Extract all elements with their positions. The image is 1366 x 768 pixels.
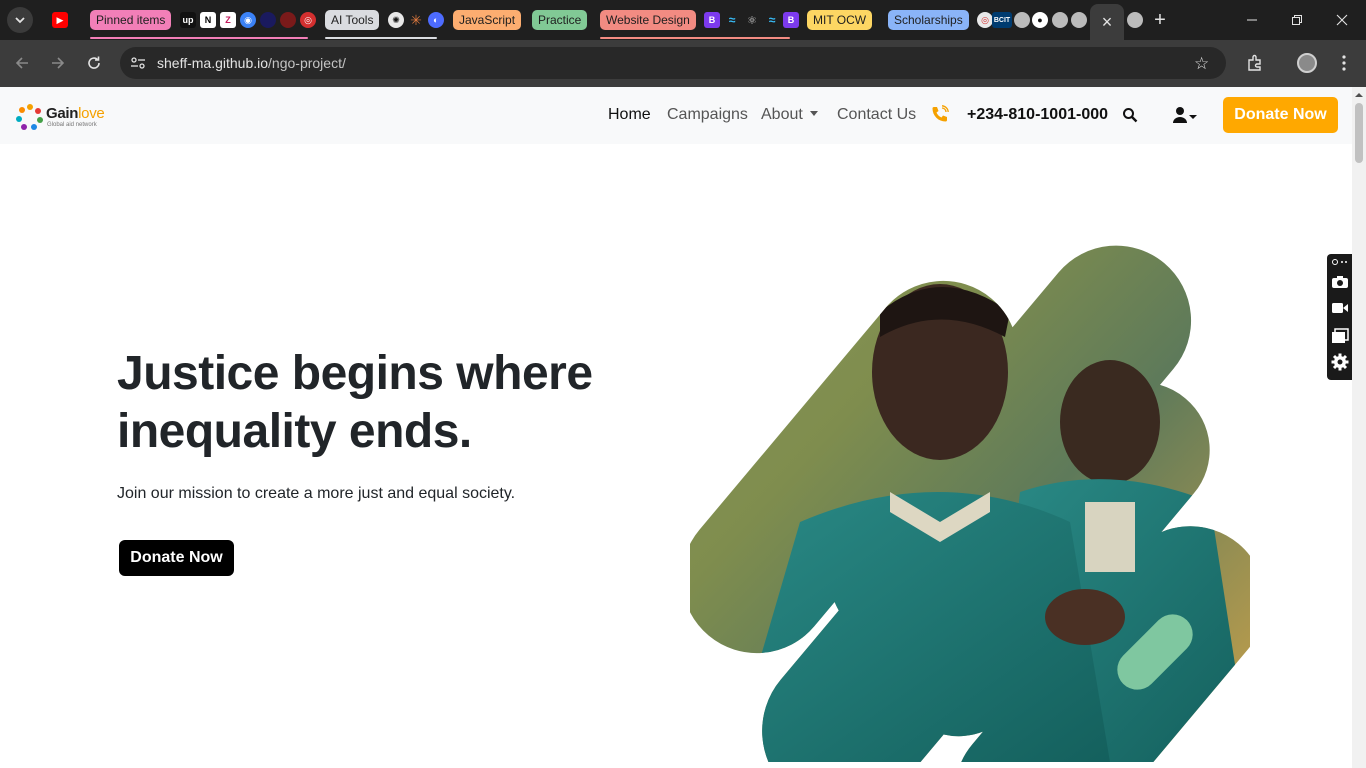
logo-icon	[16, 104, 43, 130]
pinned-site-icon[interactable]: Z	[220, 12, 236, 28]
pinned-site-icon[interactable]: ◎	[300, 12, 316, 28]
github-icon[interactable]: ●	[1032, 12, 1048, 28]
site-logo[interactable]: Gainlove Global aid network	[16, 103, 105, 136]
active-tab[interactable]: ×	[1090, 4, 1124, 40]
minimize-icon[interactable]	[1240, 8, 1264, 32]
donate-now-hero-button[interactable]: Donate Now	[119, 540, 234, 576]
donate-now-nav-button[interactable]: Donate Now	[1223, 97, 1338, 133]
upwork-icon[interactable]: up	[180, 12, 196, 28]
close-tab-icon[interactable]: ×	[1102, 12, 1113, 33]
tab-group-underline	[90, 37, 308, 39]
globe-icon[interactable]	[1071, 12, 1087, 28]
pinned-site-icon[interactable]	[260, 12, 276, 28]
tab-group-scholarships[interactable]: Scholarships	[888, 10, 969, 30]
tab-group-mit-ocw[interactable]: MIT OCW	[807, 10, 873, 30]
nav-campaigns[interactable]: Campaigns	[667, 106, 748, 124]
tab-group-underline	[325, 37, 437, 39]
search-icon[interactable]	[1122, 107, 1138, 128]
tab-group-practice[interactable]: Practice	[532, 10, 588, 30]
tab-strip: ▶ Pinned items up N Z ◉ ◎ AI Tools ✺ ✳ ◐…	[0, 0, 1366, 40]
bootstrap-icon[interactable]: B	[783, 12, 799, 28]
pinned-site-icon[interactable]	[280, 12, 296, 28]
bookmark-star-icon[interactable]: ☆	[1194, 54, 1209, 74]
logo-wordmark: Gainlove	[46, 105, 105, 122]
address-bar[interactable]: sheff-ma.github.io/ngo-project/ ☆	[120, 47, 1226, 79]
hero-subtitle: Join our mission to create a more just a…	[117, 485, 516, 502]
phone-icon	[931, 105, 949, 128]
capture-extension-toolbar	[1327, 254, 1352, 380]
logo-tagline: Global aid network	[47, 122, 97, 128]
reload-icon[interactable]	[82, 51, 106, 75]
extensions-icon[interactable]	[1243, 51, 1267, 75]
page-viewport: Gainlove Global aid network Home Campaig…	[0, 87, 1352, 768]
tab-group-underline	[600, 37, 790, 39]
url-text[interactable]: sheff-ma.github.io/ngo-project/	[157, 55, 346, 71]
browser-toolbar: sheff-ma.github.io/ngo-project/ ☆	[0, 40, 1366, 87]
nav-contact[interactable]: Contact Us	[837, 106, 916, 124]
bootstrap-icon[interactable]: B	[704, 12, 720, 28]
site-settings-icon[interactable]	[130, 56, 146, 75]
url-path: /ngo-project/	[268, 55, 346, 71]
user-menu-icon[interactable]	[1172, 106, 1198, 129]
scroll-up-icon[interactable]	[1352, 89, 1366, 101]
react-icon[interactable]: ⚛	[744, 12, 760, 28]
claude-icon[interactable]: ✳	[408, 12, 424, 28]
tailwind-icon[interactable]: ≈	[724, 12, 740, 28]
nav-home[interactable]: Home	[608, 106, 651, 124]
new-tab-button[interactable]: +	[1152, 9, 1168, 31]
settings-gear-icon[interactable]	[1330, 352, 1350, 372]
tab-group-pinned[interactable]: Pinned items	[90, 10, 172, 30]
youtube-icon[interactable]: ▶	[52, 12, 68, 28]
tab-group-website-design[interactable]: Website Design	[600, 10, 696, 30]
forward-icon[interactable]	[46, 51, 70, 75]
caret-down-icon	[809, 111, 818, 116]
url-host: sheff-ma.github.io	[157, 55, 269, 71]
tab-group-javascript[interactable]: JavaScript	[453, 10, 522, 30]
page-scrollbar[interactable]	[1352, 87, 1366, 768]
close-window-icon[interactable]	[1330, 8, 1354, 32]
menu-kebab-icon[interactable]	[1332, 51, 1356, 75]
nav-about-dropdown[interactable]: About	[761, 106, 818, 124]
globe-icon[interactable]	[1127, 12, 1143, 28]
site-navbar: Gainlove Global aid network Home Campaig…	[0, 87, 1352, 144]
phone-number[interactable]: +234-810-1001-000	[967, 106, 1108, 124]
logo-main: Gain	[46, 105, 79, 122]
notion-icon[interactable]: N	[200, 12, 216, 28]
tab-search-button[interactable]	[7, 7, 33, 33]
camera-icon[interactable]	[1330, 272, 1350, 292]
pin-icon[interactable]	[1330, 256, 1350, 268]
windows-capture-icon[interactable]	[1330, 326, 1350, 346]
hero-title: Justice begins where inequality ends.	[117, 347, 593, 458]
bcit-icon[interactable]: BCIT	[992, 12, 1012, 28]
tailwind-icon[interactable]: ≈	[764, 12, 780, 28]
hero-image	[690, 214, 1250, 762]
restore-icon[interactable]	[1285, 8, 1309, 32]
globe-icon[interactable]	[1014, 12, 1030, 28]
chevron-down-icon	[15, 17, 25, 24]
tab-group-ai-tools[interactable]: AI Tools	[325, 10, 380, 30]
deepseek-icon[interactable]: ◐	[428, 12, 444, 28]
scroll-thumb[interactable]	[1355, 103, 1363, 163]
profile-avatar[interactable]	[1295, 51, 1319, 75]
chatgpt-icon[interactable]: ✺	[388, 12, 404, 28]
video-camera-icon[interactable]	[1330, 298, 1350, 318]
back-icon[interactable]	[10, 51, 34, 75]
site-icon[interactable]: ◎	[977, 12, 993, 28]
nav-about-label: About	[761, 106, 803, 123]
globe-icon[interactable]	[1052, 12, 1068, 28]
pinned-site-icon[interactable]: ◉	[240, 12, 256, 28]
logo-accent: love	[78, 105, 105, 122]
